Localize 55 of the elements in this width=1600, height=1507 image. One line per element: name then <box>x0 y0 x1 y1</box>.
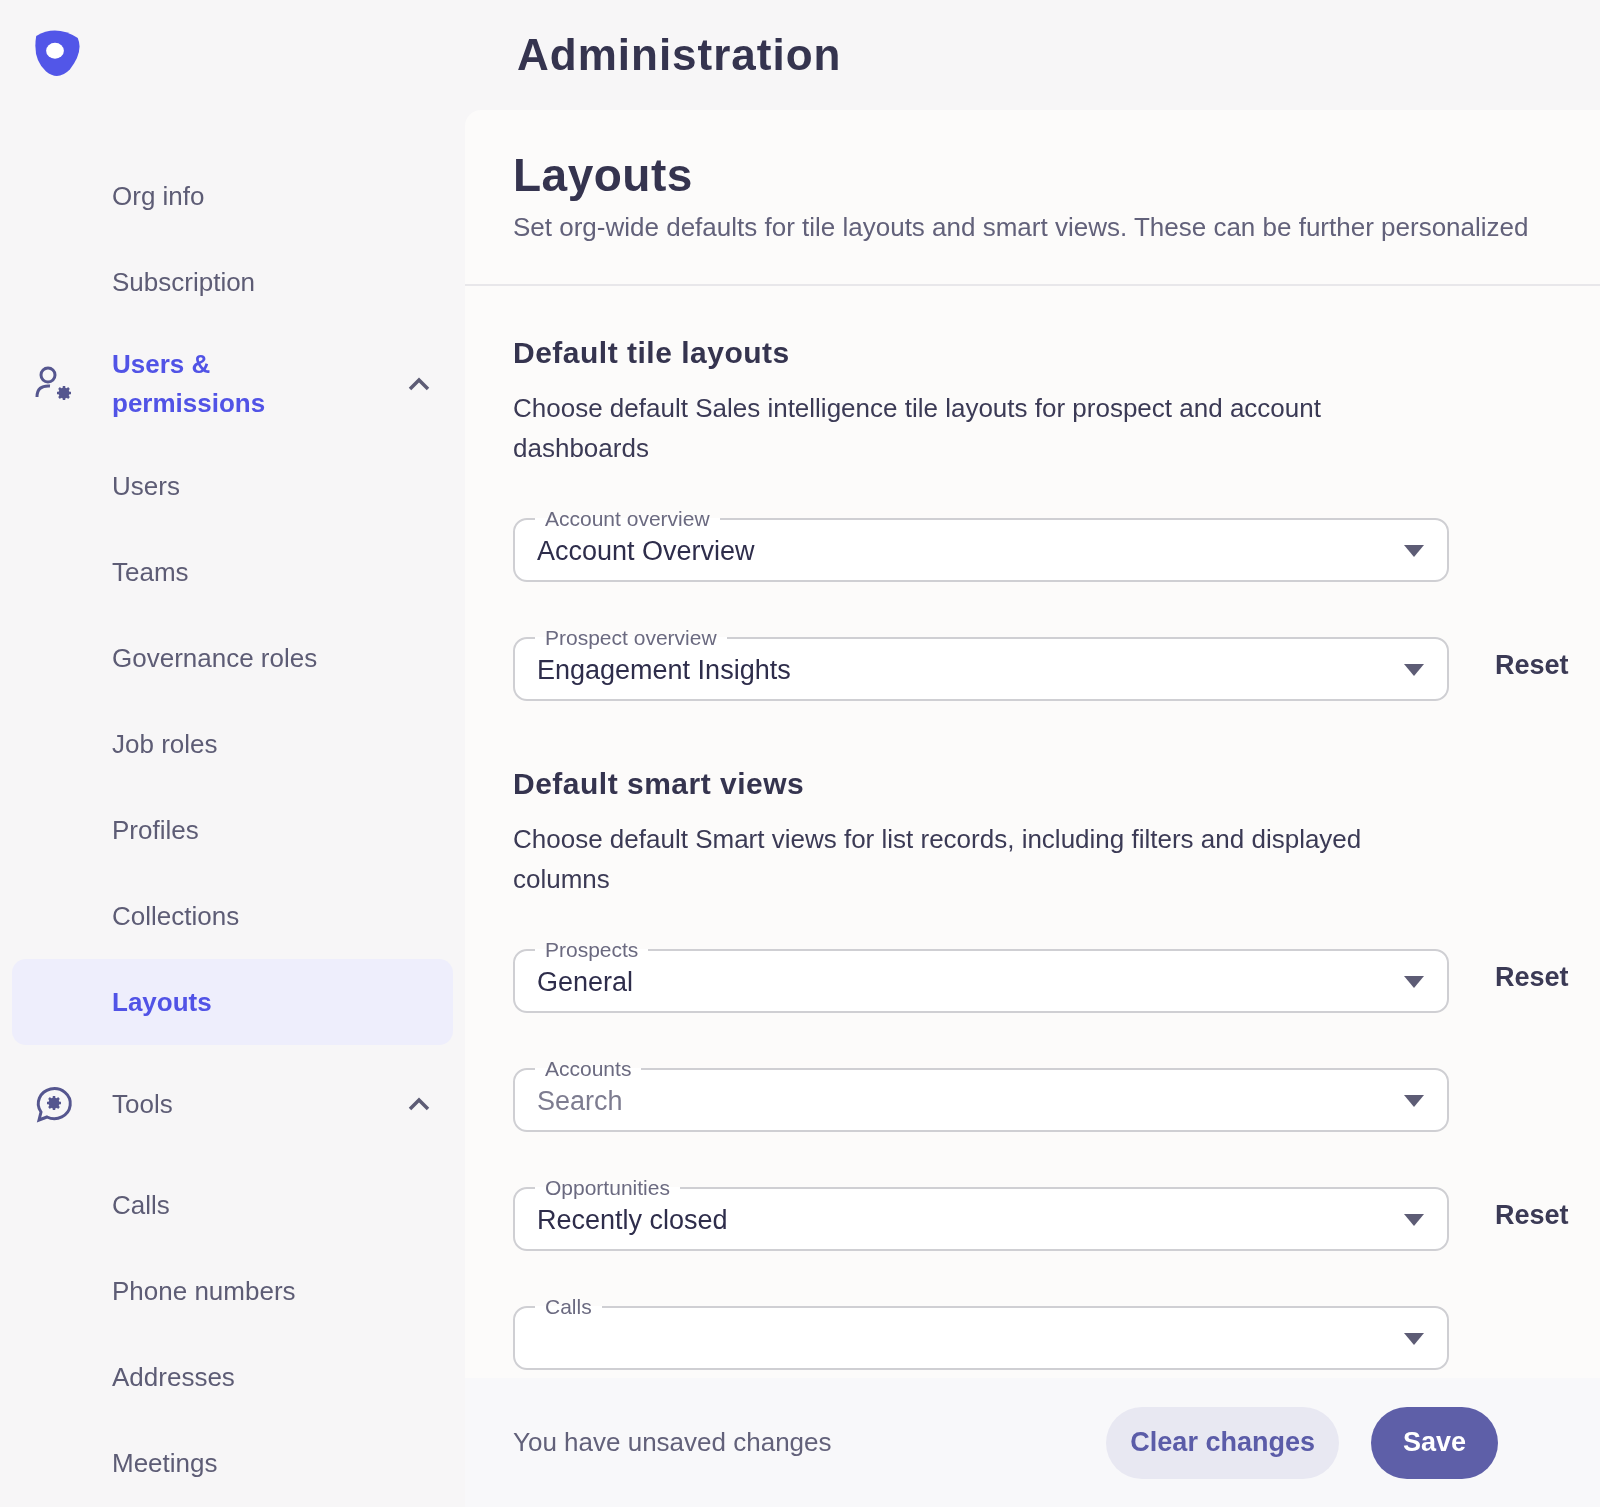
nav-link[interactable]: Collections <box>112 896 240 936</box>
nav-link[interactable]: Governance roles <box>112 638 318 678</box>
field-label: Opportunities <box>544 1179 671 1197</box>
field-label: Calls <box>544 1298 593 1316</box>
selected-nav-item[interactable]: Layouts <box>12 959 453 1046</box>
field-label: Prospects <box>544 941 640 959</box>
save-button[interactable]: Save <box>1370 1406 1498 1479</box>
reset-button[interactable]: Reset <box>1493 957 1571 997</box>
unsaved-message: You have unsaved changes <box>513 1427 833 1458</box>
section-heading: Default smart views <box>513 767 806 801</box>
caret-icon <box>1403 1332 1425 1346</box>
caret-icon <box>1403 1094 1425 1108</box>
dropdown-field[interactable]: Prospect overview Engagement Insights <box>513 629 1449 701</box>
caret-icon <box>1403 663 1425 677</box>
nav-link[interactable]: Phone numbers <box>112 1272 296 1312</box>
nav-link[interactable]: Job roles <box>112 724 218 764</box>
field-value: Recently closed <box>537 1204 728 1237</box>
reset-button[interactable]: Reset <box>1493 1195 1571 1235</box>
field-value: General <box>537 966 634 999</box>
nav-group-link[interactable]: Tools <box>112 1084 332 1124</box>
field-label: Accounts <box>544 1060 633 1078</box>
chevron-icon[interactable] <box>407 376 431 393</box>
page-title: Administration <box>516 29 843 81</box>
nav-link[interactable]: Layouts <box>112 982 212 1022</box>
dropdown-field[interactable]: Accounts Search <box>513 1060 1449 1132</box>
panel-title: Layouts <box>513 148 694 202</box>
caret-icon <box>1403 544 1425 558</box>
nav-link[interactable]: Teams <box>112 552 189 592</box>
section-description: Choose default Sales intelligence tile layouts for prospect and account dashboards <box>513 392 1322 465</box>
chevron-icon[interactable] <box>407 1096 431 1113</box>
field-value: Account Overview <box>537 535 755 568</box>
dropdown-field[interactable]: Account overview Account Overview <box>513 510 1449 582</box>
nav-link[interactable]: Profiles <box>112 810 199 850</box>
reset-button[interactable]: Reset <box>1493 645 1571 685</box>
nav-link[interactable]: Meetings <box>112 1444 218 1484</box>
section-heading: Default tile layouts <box>513 336 791 370</box>
dropdown-field[interactable]: Opportunities Recently closed <box>513 1179 1449 1251</box>
clear-button[interactable]: Clear changes <box>1106 1406 1339 1479</box>
nav-link[interactable]: Users <box>112 466 180 506</box>
caret-icon <box>1403 975 1425 989</box>
nav-link[interactable]: Subscription <box>112 262 256 302</box>
nav-link[interactable]: Calls <box>112 1186 170 1226</box>
chat-settings-icon <box>34 1084 74 1125</box>
dropdown-field[interactable]: Prospects General <box>513 941 1449 1013</box>
nav-link[interactable]: Org info <box>112 176 205 216</box>
field-value: Engagement Insights <box>537 654 791 687</box>
nav-link[interactable]: Addresses <box>112 1358 235 1398</box>
section-description: Choose default Smart views for list records, including filters and displayed columns <box>513 823 1363 896</box>
dropdown-field[interactable]: Calls <box>513 1298 1449 1370</box>
field-label: Account overview <box>544 510 711 528</box>
panel-subtitle: Set org-wide defaults for tile layouts and smart views. These can be further personalized <box>513 212 1529 243</box>
field-placeholder: Search <box>537 1085 623 1118</box>
caret-icon <box>1403 1213 1425 1227</box>
field-label: Prospect overview <box>544 629 718 647</box>
nav-group-link[interactable]: Users & permissions <box>112 345 332 424</box>
